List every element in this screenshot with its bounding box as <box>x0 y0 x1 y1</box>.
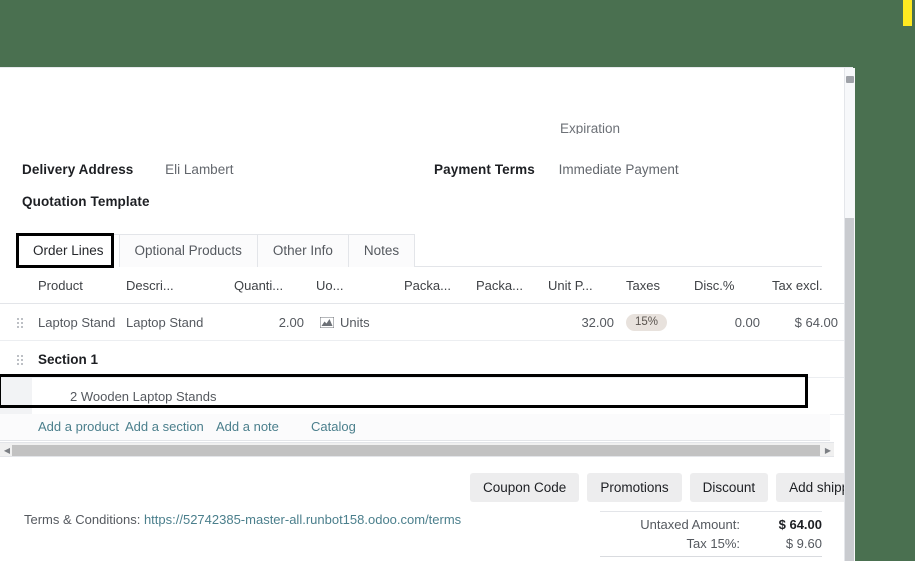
tab-other-info[interactable]: Other Info <box>256 234 349 267</box>
header-taxes[interactable]: Taxes <box>620 271 688 304</box>
payment-terms-value[interactable]: Immediate Payment <box>559 162 679 177</box>
cell-description[interactable]: Laptop Stand <box>120 303 228 341</box>
untaxed-amount-value: $ 64.00 <box>778 517 822 532</box>
cell-discount[interactable]: 0.00 <box>688 303 766 341</box>
section-title[interactable]: Section 1 <box>32 340 844 378</box>
table-row-section[interactable]: Section 1 🗑 <box>0 340 853 378</box>
coupon-code-button[interactable]: Coupon Code <box>470 473 580 502</box>
order-lines-add-row: Add a product Add a section Add a note C… <box>0 414 830 441</box>
header-tax-excl[interactable]: Tax excl. <box>766 271 844 304</box>
drag-handle-icon[interactable] <box>16 353 25 366</box>
cell-packaging-qty[interactable] <box>398 303 470 341</box>
tax-badge: 15% <box>626 314 668 331</box>
order-totals: Untaxed Amount: $ 64.00 Tax 15%: $ 9.60 … <box>600 511 822 561</box>
cell-uom[interactable]: Units <box>310 303 398 341</box>
yellow-scroll-marker <box>903 0 912 26</box>
add-shipping-button[interactable]: Add shipping <box>776 473 853 502</box>
terms-and-conditions: Terms & Conditions: https://52742385-mas… <box>24 512 461 527</box>
note-text[interactable]: 2 Wooden Laptop Stands <box>32 377 844 415</box>
terms-label: Terms & Conditions: <box>24 512 141 527</box>
order-action-buttons: Coupon Code Promotions Discount Add ship… <box>470 473 853 502</box>
add-a-note-link[interactable]: Add a note <box>216 419 279 434</box>
drag-handle-icon[interactable] <box>16 317 25 330</box>
scroll-left-arrow-icon[interactable]: ◀ <box>3 446 11 455</box>
viewport-top-divider <box>0 67 853 68</box>
quotation-template-label: Quotation Template <box>22 194 150 209</box>
tab-optional-products[interactable]: Optional Products <box>118 234 258 267</box>
totals-row-untaxed: Untaxed Amount: $ 64.00 <box>600 515 822 534</box>
header-unit-price[interactable]: Unit P... <box>542 271 620 304</box>
table-row-note[interactable]: 2 Wooden Laptop Stands 🗑 <box>0 377 853 415</box>
header-uom[interactable]: Uo... <box>310 271 398 304</box>
horizontal-scroll-thumb[interactable] <box>12 445 820 456</box>
row-drag-handle-cell[interactable] <box>0 303 32 341</box>
table-row[interactable]: Laptop Stand Laptop Stand 2.00 Units 32.… <box>0 303 853 341</box>
terms-url-link[interactable]: https://52742385-master-all.runbot158.od… <box>144 512 461 527</box>
cell-quantity[interactable]: 2.00 <box>228 303 310 341</box>
promotions-button[interactable]: Promotions <box>587 473 682 502</box>
header-product[interactable]: Product <box>32 271 120 304</box>
order-lines-horizontal-scrollbar[interactable]: ◀ ▶ <box>0 442 834 457</box>
untaxed-amount-label: Untaxed Amount: <box>640 517 740 532</box>
page-viewport: Expiration Delivery Address Eli Lambert … <box>0 67 853 561</box>
order-lines-table: Product Descri... Quanti... Uo... Packa.… <box>0 271 853 415</box>
note-drag-handle-cell[interactable] <box>0 377 32 415</box>
page-vertical-scroll-thumb[interactable] <box>845 218 854 561</box>
cell-product[interactable]: Laptop Stand <box>32 303 120 341</box>
header-quantity[interactable]: Quanti... <box>228 271 310 304</box>
cell-packaging[interactable] <box>470 303 542 341</box>
totals-row-tax: Tax 15%: $ 9.60 <box>600 534 822 553</box>
discount-button[interactable]: Discount <box>689 473 769 502</box>
tab-order-lines[interactable]: Order Lines <box>17 234 120 267</box>
catalog-link[interactable]: Catalog <box>311 419 356 434</box>
header-discount[interactable]: Disc.% <box>688 271 766 304</box>
scroll-marker-icon <box>846 76 854 83</box>
tab-notes[interactable]: Notes <box>347 234 416 267</box>
field-quotation-template: Quotation Template <box>22 194 150 209</box>
delivery-address-label: Delivery Address <box>22 162 134 177</box>
header-packaging[interactable]: Packa... <box>470 271 542 304</box>
cell-taxes[interactable]: 15% <box>620 303 688 341</box>
cell-unit-price[interactable]: 32.00 <box>542 303 620 341</box>
clipped-field-row: Expiration <box>560 121 621 134</box>
notebook-tabs: Order Lines Optional Products Other Info… <box>17 234 416 267</box>
totals-row-total: Total: $ 73.60 <box>600 556 822 561</box>
add-a-product-link[interactable]: Add a product <box>38 419 119 434</box>
field-delivery-address: Delivery Address Eli Lambert <box>22 162 233 177</box>
tax-value: $ 9.60 <box>785 536 822 551</box>
header-description[interactable]: Descri... <box>120 271 228 304</box>
screenshot-root: Expiration Delivery Address Eli Lambert … <box>0 0 915 561</box>
cell-quantity-value: 2.00 <box>278 314 304 330</box>
tax-label[interactable]: Tax 15%: <box>687 536 740 551</box>
header-handle <box>0 271 32 304</box>
field-payment-terms: Payment Terms Immediate Payment <box>434 162 679 177</box>
scroll-right-arrow-icon[interactable]: ▶ <box>824 446 832 455</box>
delivery-address-value[interactable]: Eli Lambert <box>165 162 233 177</box>
cell-tax-excl: $ 64.00 <box>766 303 844 341</box>
forecast-chart-icon[interactable] <box>319 316 335 328</box>
payment-terms-label: Payment Terms <box>434 162 535 177</box>
section-drag-handle-cell[interactable] <box>0 340 32 378</box>
table-header-row: Product Descri... Quanti... Uo... Packa.… <box>0 271 853 304</box>
header-packaging-qty[interactable]: Packa... <box>398 271 470 304</box>
add-a-section-link[interactable]: Add a section <box>125 419 204 434</box>
cell-uom-value: Units <box>340 314 370 330</box>
